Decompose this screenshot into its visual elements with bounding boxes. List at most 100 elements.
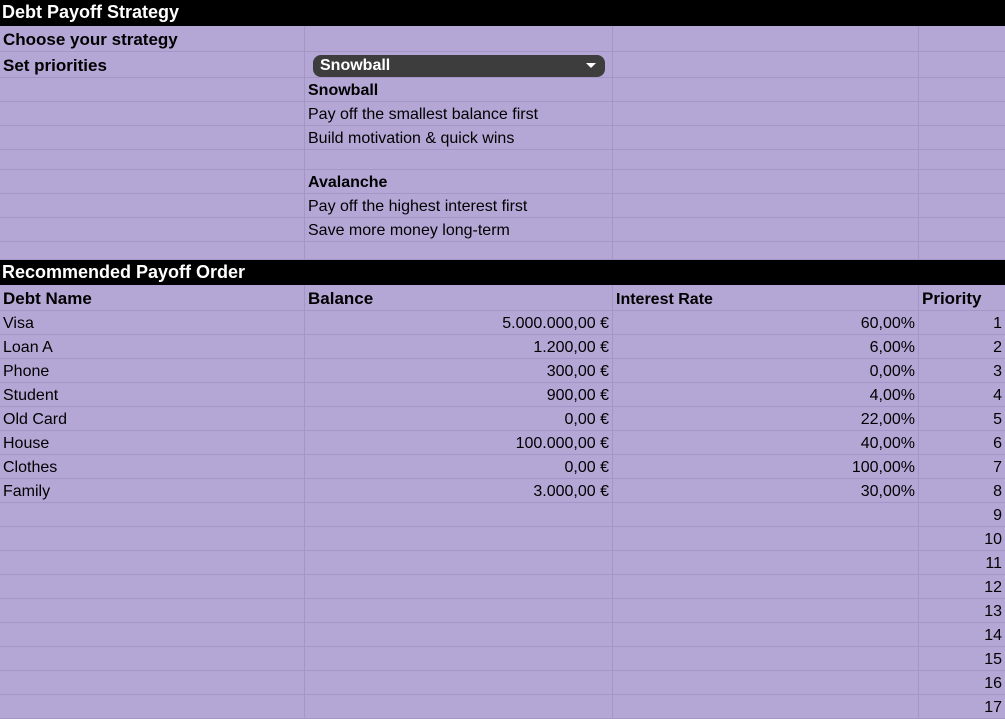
cell[interactable]: 1.200,00 €	[305, 335, 613, 359]
cell[interactable]	[613, 527, 919, 551]
cell[interactable]	[0, 527, 305, 551]
cell[interactable]: 14	[919, 623, 1005, 647]
cell[interactable]	[613, 194, 919, 218]
cell[interactable]	[305, 647, 613, 671]
cell[interactable]	[0, 671, 305, 695]
cell[interactable]	[613, 599, 919, 623]
strategy-dropdown[interactable]: Snowball	[313, 55, 605, 77]
cell[interactable]: 10	[919, 527, 1005, 551]
cell[interactable]	[919, 52, 1005, 78]
cell[interactable]: 3	[919, 359, 1005, 383]
cell[interactable]	[305, 26, 613, 52]
cell[interactable]: Balance	[305, 285, 613, 311]
cell[interactable]: House	[0, 431, 305, 455]
cell[interactable]: Pay off the smallest balance first	[305, 102, 613, 126]
cell[interactable]	[613, 150, 919, 170]
cell[interactable]	[305, 695, 613, 719]
cell[interactable]: 3.000,00 €	[305, 479, 613, 503]
cell[interactable]	[305, 623, 613, 647]
cell[interactable]	[919, 78, 1005, 102]
cell[interactable]: Avalanche	[305, 170, 613, 194]
cell[interactable]	[919, 218, 1005, 242]
cell[interactable]	[613, 623, 919, 647]
cell[interactable]	[0, 170, 305, 194]
cell[interactable]	[613, 170, 919, 194]
cell[interactable]	[0, 551, 305, 575]
cell[interactable]	[919, 242, 1005, 260]
cell[interactable]	[0, 102, 305, 126]
cell[interactable]: 300,00 €	[305, 359, 613, 383]
cell[interactable]: 17	[919, 695, 1005, 719]
cell[interactable]: 900,00 €	[305, 383, 613, 407]
cell[interactable]: 0,00 €	[305, 407, 613, 431]
cell[interactable]: 40,00%	[613, 431, 919, 455]
cell[interactable]	[613, 695, 919, 719]
cell[interactable]: Loan A	[0, 335, 305, 359]
cell[interactable]: 60,00%	[613, 311, 919, 335]
cell[interactable]	[0, 126, 305, 150]
cell[interactable]	[613, 26, 919, 52]
cell[interactable]: Family	[0, 479, 305, 503]
cell[interactable]	[305, 575, 613, 599]
cell[interactable]: Snowball	[305, 78, 613, 102]
cell[interactable]: 100.000,00 €	[305, 431, 613, 455]
cell[interactable]	[613, 647, 919, 671]
cell[interactable]	[613, 242, 919, 260]
cell[interactable]: 0,00%	[613, 359, 919, 383]
cell[interactable]: 5	[919, 407, 1005, 431]
cell[interactable]	[613, 551, 919, 575]
cell[interactable]	[919, 126, 1005, 150]
cell[interactable]: 1	[919, 311, 1005, 335]
cell[interactable]	[305, 503, 613, 527]
cell[interactable]: Build motivation & quick wins	[305, 126, 613, 150]
cell[interactable]	[613, 126, 919, 150]
cell[interactable]: Student	[0, 383, 305, 407]
cell[interactable]	[613, 575, 919, 599]
cell[interactable]: Debt Name	[0, 285, 305, 311]
cell[interactable]	[0, 78, 305, 102]
cell[interactable]	[613, 671, 919, 695]
cell[interactable]: 22,00%	[613, 407, 919, 431]
cell[interactable]	[0, 575, 305, 599]
cell[interactable]: 12	[919, 575, 1005, 599]
cell[interactable]	[0, 218, 305, 242]
cell[interactable]: 0,00 €	[305, 455, 613, 479]
cell[interactable]: 6	[919, 431, 1005, 455]
cell[interactable]	[613, 102, 919, 126]
cell[interactable]	[305, 671, 613, 695]
cell[interactable]	[613, 78, 919, 102]
cell[interactable]	[305, 599, 613, 623]
cell[interactable]	[0, 623, 305, 647]
cell[interactable]: Pay off the highest interest first	[305, 194, 613, 218]
cell[interactable]	[0, 194, 305, 218]
cell[interactable]: 15	[919, 647, 1005, 671]
cell[interactable]: 100,00%	[613, 455, 919, 479]
cell[interactable]: 9	[919, 503, 1005, 527]
cell[interactable]: Old Card	[0, 407, 305, 431]
cell[interactable]: 5.000.000,00 €	[305, 311, 613, 335]
cell[interactable]: 4,00%	[613, 383, 919, 407]
cell[interactable]: 8	[919, 479, 1005, 503]
cell[interactable]	[919, 26, 1005, 52]
cell[interactable]	[613, 503, 919, 527]
cell[interactable]: Priority	[919, 285, 1005, 311]
cell[interactable]	[305, 527, 613, 551]
cell[interactable]	[0, 150, 305, 170]
cell[interactable]: 13	[919, 599, 1005, 623]
cell[interactable]	[305, 551, 613, 575]
cell[interactable]: 11	[919, 551, 1005, 575]
cell[interactable]	[919, 194, 1005, 218]
cell[interactable]: Visa	[0, 311, 305, 335]
cell[interactable]	[305, 242, 613, 260]
cell[interactable]	[919, 150, 1005, 170]
cell[interactable]	[613, 218, 919, 242]
cell[interactable]	[0, 695, 305, 719]
cell[interactable]	[0, 599, 305, 623]
cell[interactable]: 30,00%	[613, 479, 919, 503]
cell[interactable]: Save more money long-term	[305, 218, 613, 242]
cell[interactable]	[305, 150, 613, 170]
cell[interactable]: Clothes	[0, 455, 305, 479]
cell[interactable]: 7	[919, 455, 1005, 479]
cell[interactable]	[919, 170, 1005, 194]
cell[interactable]	[613, 52, 919, 78]
